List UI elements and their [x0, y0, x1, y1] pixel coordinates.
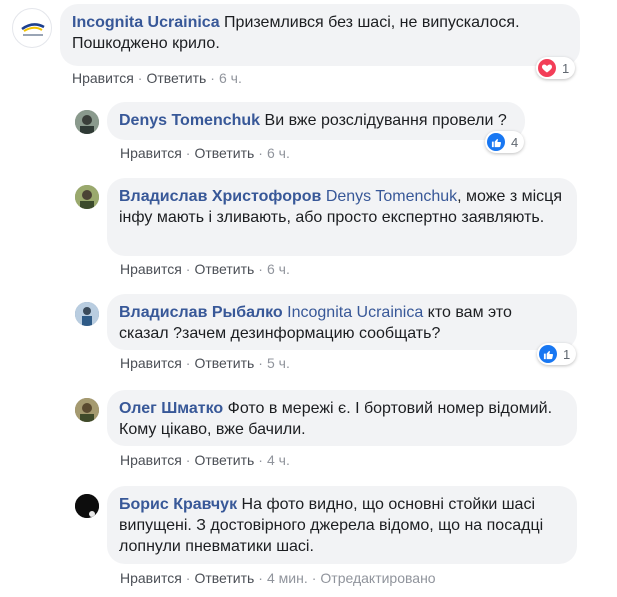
avatar[interactable] — [12, 8, 52, 48]
person-photo-icon — [75, 302, 99, 326]
comment-author[interactable]: Борис Кравчук — [119, 496, 237, 513]
reply-link[interactable]: Ответить — [194, 570, 254, 586]
comment-time[interactable]: 6 ч. — [219, 70, 242, 86]
comment-time[interactable]: 4 ч. — [267, 452, 290, 468]
comment-actions: Нравится · Ответить · 6 ч. — [120, 261, 290, 277]
comment-author[interactable]: Владислав Рыбалко — [119, 304, 283, 321]
reaction-count[interactable]: 4 — [485, 131, 525, 153]
comment-bubble: Denys Tomenchuk Ви вже розслідування про… — [107, 102, 525, 140]
mention-link[interactable]: Denys Tomenchuk — [326, 188, 457, 205]
like-link[interactable]: Нравится — [120, 261, 182, 277]
comment-text: Ви вже розслідування провели ? — [264, 112, 507, 129]
mention-link[interactable]: Incognita Ucrainica — [287, 304, 423, 321]
comment-author[interactable]: Denys Tomenchuk — [119, 112, 260, 129]
comment-actions: Нравится · Ответить · 4 мин. · Отредактировано — [120, 570, 436, 586]
comment-actions: Нравится · Ответить · 5 ч. — [120, 355, 290, 371]
comment-time[interactable]: 6 ч. — [267, 145, 290, 161]
reaction-count[interactable]: 1 — [536, 57, 576, 79]
comment-actions: Нравится · Ответить · 4 ч. — [120, 452, 290, 468]
thumbs-up-icon — [539, 345, 557, 363]
comment-bubble: Владислав Рыбалко Incognita Ucrainica кт… — [107, 294, 577, 350]
like-link[interactable]: Нравится — [72, 70, 134, 86]
person-photo-icon — [75, 110, 99, 134]
avatar[interactable] — [75, 398, 99, 422]
comment-actions: Нравится · Ответить · 6 ч. — [72, 70, 242, 86]
avatar[interactable] — [75, 302, 99, 326]
thumbs-up-icon — [487, 133, 505, 151]
reply-link[interactable]: Ответить — [146, 70, 206, 86]
like-link[interactable]: Нравится — [120, 452, 182, 468]
reply-link[interactable]: Ответить — [194, 261, 254, 277]
person-photo-icon — [75, 494, 99, 518]
airline-logo-icon — [21, 23, 45, 36]
comment-author[interactable]: Олег Шматко — [119, 400, 223, 417]
reaction-number: 4 — [511, 134, 519, 150]
avatar[interactable] — [75, 185, 99, 209]
comment-time[interactable]: 5 ч. — [267, 355, 290, 371]
comment-author[interactable]: Владислав Христофоров — [119, 188, 321, 205]
person-photo-icon — [75, 398, 99, 422]
reaction-number: 1 — [562, 60, 570, 76]
comment-bubble: Владислав Христофоров Denys Tomenchuk, м… — [107, 178, 577, 256]
comment-bubble: Борис Кравчук На фото видно, що основні … — [107, 486, 577, 564]
avatar[interactable] — [75, 110, 99, 134]
reaction-count[interactable]: 1 — [537, 343, 577, 365]
reply-link[interactable]: Ответить — [194, 145, 254, 161]
comment-author[interactable]: Incognita Ucrainica — [72, 14, 220, 31]
edited-label[interactable]: Отредактировано — [320, 570, 435, 586]
reaction-number: 1 — [563, 346, 571, 362]
comment-actions: Нравится · Ответить · 6 ч. — [120, 145, 290, 161]
like-link[interactable]: Нравится — [120, 145, 182, 161]
like-link[interactable]: Нравится — [120, 570, 182, 586]
comment-time[interactable]: 4 мин. — [267, 570, 308, 586]
avatar[interactable] — [75, 494, 99, 518]
person-photo-icon — [75, 185, 99, 209]
heart-icon — [538, 59, 556, 77]
comment-bubble: Incognita Ucrainica Приземлився без шасі… — [60, 4, 580, 66]
reply-link[interactable]: Ответить — [194, 355, 254, 371]
comment-time[interactable]: 6 ч. — [267, 261, 290, 277]
comment-bubble: Олег Шматко Фото в мережі є. І бортовий … — [107, 390, 577, 446]
reply-link[interactable]: Ответить — [194, 452, 254, 468]
like-link[interactable]: Нравится — [120, 355, 182, 371]
